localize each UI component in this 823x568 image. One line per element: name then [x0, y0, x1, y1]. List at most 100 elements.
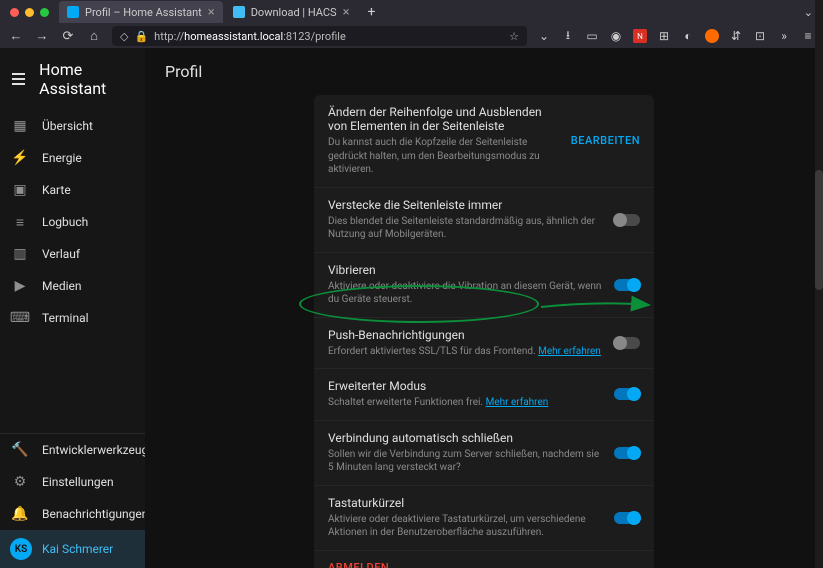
back-button[interactable]: ← — [8, 28, 24, 44]
logout-button[interactable]: ABMELDEN — [314, 551, 654, 568]
browser-tab-active[interactable]: Profil – Home Assistant × — [59, 1, 223, 23]
sidebar-item-terminal[interactable]: ⌨Terminal — [0, 302, 145, 334]
map-icon: ▣ — [12, 182, 28, 198]
favicon-icon — [233, 6, 245, 18]
sidebar-item-label: Einstellungen — [42, 475, 114, 489]
app-title: Home Assistant — [39, 60, 133, 98]
row-hide-sidebar: Verstecke die Seitenleiste immer Dies bl… — [314, 188, 654, 253]
sidebar-item-settings[interactable]: ⚙ Einstellungen — [0, 466, 145, 498]
sidebar-item-notifications[interactable]: 🔔 Benachrichtigungen — [0, 498, 145, 530]
gear-icon: ⚙ — [12, 474, 28, 490]
sidebar-item-devtools[interactable]: 🔨Entwicklerwerkzeuge — [0, 434, 145, 466]
bookmark-star-icon[interactable]: ☆ — [509, 30, 519, 43]
toggle-hide-sidebar[interactable] — [614, 214, 640, 226]
hamburger-icon[interactable] — [12, 73, 25, 85]
row-title: Erweiterter Modus — [328, 379, 606, 393]
minimize-window-icon[interactable] — [25, 8, 34, 17]
scrollbar-track — [815, 0, 823, 568]
maximize-window-icon[interactable] — [40, 8, 49, 17]
scrollbar-thumb[interactable] — [815, 170, 823, 290]
edit-button[interactable]: BEARBEITEN — [571, 134, 640, 147]
sidebar: Home Assistant ▦Übersicht ⚡ Energie ▣Kart… — [0, 48, 145, 568]
app: Home Assistant ▦Übersicht ⚡ Energie ▣Kart… — [0, 48, 823, 568]
toggle-vibrate[interactable] — [614, 279, 640, 291]
sidebar-item-energy[interactable]: ⚡ Energie — [0, 142, 145, 174]
window-controls[interactable] — [6, 8, 57, 17]
pocket-icon[interactable]: ⌄ — [537, 29, 551, 43]
extension-icon[interactable]: ⊡ — [753, 29, 767, 43]
toggle-auto-close[interactable] — [614, 447, 640, 459]
sidebar-item-map[interactable]: ▣Karte — [0, 174, 145, 206]
tab-title: Profil – Home Assistant — [85, 6, 202, 19]
forward-button[interactable]: → — [34, 28, 50, 44]
chart-icon: ▥ — [12, 246, 28, 262]
extension-icon[interactable]: ⇵ — [729, 29, 743, 43]
overflow-icon[interactable]: » — [777, 29, 791, 43]
sidebar-item-history[interactable]: ▥ Verlauf — [0, 238, 145, 270]
home-button[interactable]: ⌂ — [86, 28, 102, 44]
sidebar-item-media[interactable]: ▶Medien — [0, 270, 145, 302]
toolbar-icons: ⌄ ⭳ ▭ ◉ N ⊞ ◐ ⇵ ⊡ » ≡ — [537, 29, 815, 43]
favicon-icon — [67, 6, 79, 18]
row-desc: Schaltet erweiterte Funktionen frei. Meh… — [328, 396, 606, 410]
bolt-icon: ⚡ — [12, 150, 28, 166]
browser-tab[interactable]: Download | HACS × — [225, 1, 358, 23]
tab-title: Download | HACS — [251, 6, 337, 19]
row-desc: Dies blendet die Seitenleiste standardmä… — [328, 215, 606, 242]
sidebar-item-label: Energie — [42, 151, 82, 165]
download-icon[interactable]: ⭳ — [561, 29, 575, 43]
menu-icon[interactable]: ≡ — [801, 29, 815, 43]
lock-icon: 🔒 — [134, 30, 148, 43]
row-desc: Sollen wir die Verbindung zum Server sch… — [328, 448, 606, 475]
main: Profil Ändern der Reihenfolge und Ausble… — [145, 48, 823, 568]
nav-bar: ← → ⟳ ⌂ ◇ 🔒 http://homeassistant.local:8… — [0, 24, 823, 48]
row-push-notifications: Push-Benachrichtigungen Erfordert aktivi… — [314, 318, 654, 370]
shield-icon: ◇ — [120, 30, 128, 43]
row-keyboard-shortcuts: Tastaturkürzel Aktiviere oder deaktivier… — [314, 486, 654, 551]
media-icon: ▶ — [12, 278, 28, 294]
reload-button[interactable]: ⟳ — [60, 29, 76, 44]
toggle-push-notifications[interactable] — [614, 337, 640, 349]
sidebar-item-label: Verlauf — [42, 247, 80, 261]
sidebar-user[interactable]: KS Kai Schmerer — [0, 530, 145, 568]
hammer-icon: 🔨 — [12, 442, 28, 458]
url-bar[interactable]: ◇ 🔒 http://homeassistant.local:8123/prof… — [112, 26, 527, 46]
extension-icon[interactable]: ◐ — [681, 29, 695, 43]
row-title: Tastaturkürzel — [328, 496, 606, 510]
user-name: Kai Schmerer — [42, 542, 113, 556]
row-title: Push-Benachrichtigungen — [328, 328, 606, 342]
close-window-icon[interactable] — [10, 8, 19, 17]
page-title: Profil — [145, 48, 823, 95]
sidebar-item-label: Entwicklerwerkzeuge — [42, 443, 155, 457]
learn-more-link[interactable]: Mehr erfahren — [538, 346, 601, 357]
new-tab-button[interactable]: + — [360, 4, 384, 20]
list-icon: ≡ — [12, 214, 28, 230]
content: Ändern der Reihenfolge und Ausblenden vo… — [145, 95, 823, 568]
toggle-advanced-mode[interactable] — [614, 388, 640, 400]
avatar: KS — [10, 538, 32, 560]
reader-icon[interactable]: ▭ — [585, 29, 599, 43]
close-tab-icon[interactable]: × — [208, 5, 215, 20]
bell-icon: 🔔 — [12, 506, 28, 522]
toggle-keyboard-shortcuts[interactable] — [614, 512, 640, 524]
sidebar-item-label: Benachrichtigungen — [42, 507, 148, 521]
close-tab-icon[interactable]: × — [343, 5, 350, 20]
learn-more-link[interactable]: Mehr erfahren — [486, 397, 549, 408]
extension-icon[interactable]: N — [633, 29, 647, 43]
url-text: http://homeassistant.local:8123/profile — [154, 30, 503, 43]
tab-bar: Profil – Home Assistant × Download | HAC… — [0, 0, 823, 24]
sidebar-item-logbook[interactable]: ≡Logbuch — [0, 206, 145, 238]
grid-icon[interactable]: ⊞ — [657, 29, 671, 43]
row-desc: Du kannst auch die Kopfzeile der Seitenl… — [328, 136, 563, 177]
sidebar-item-label: Terminal — [42, 311, 89, 325]
extension-icon[interactable] — [705, 29, 719, 43]
row-desc: Aktiviere oder deaktiviere die Vibration… — [328, 280, 606, 307]
settings-card: Ändern der Reihenfolge und Ausblenden vo… — [314, 95, 654, 568]
row-title: Ändern der Reihenfolge und Ausblenden vo… — [328, 105, 563, 133]
sidebar-bottom: 🔨Entwicklerwerkzeuge ⚙ Einstellungen 🔔 Ben… — [0, 433, 145, 568]
row-desc: Aktiviere oder deaktiviere Tastaturkürze… — [328, 513, 606, 540]
browser-chrome: Profil – Home Assistant × Download | HAC… — [0, 0, 823, 48]
sidebar-item-overview[interactable]: ▦Übersicht — [0, 110, 145, 142]
account-icon[interactable]: ◉ — [609, 29, 623, 43]
row-sidebar-edit: Ändern der Reihenfolge und Ausblenden vo… — [314, 95, 654, 188]
